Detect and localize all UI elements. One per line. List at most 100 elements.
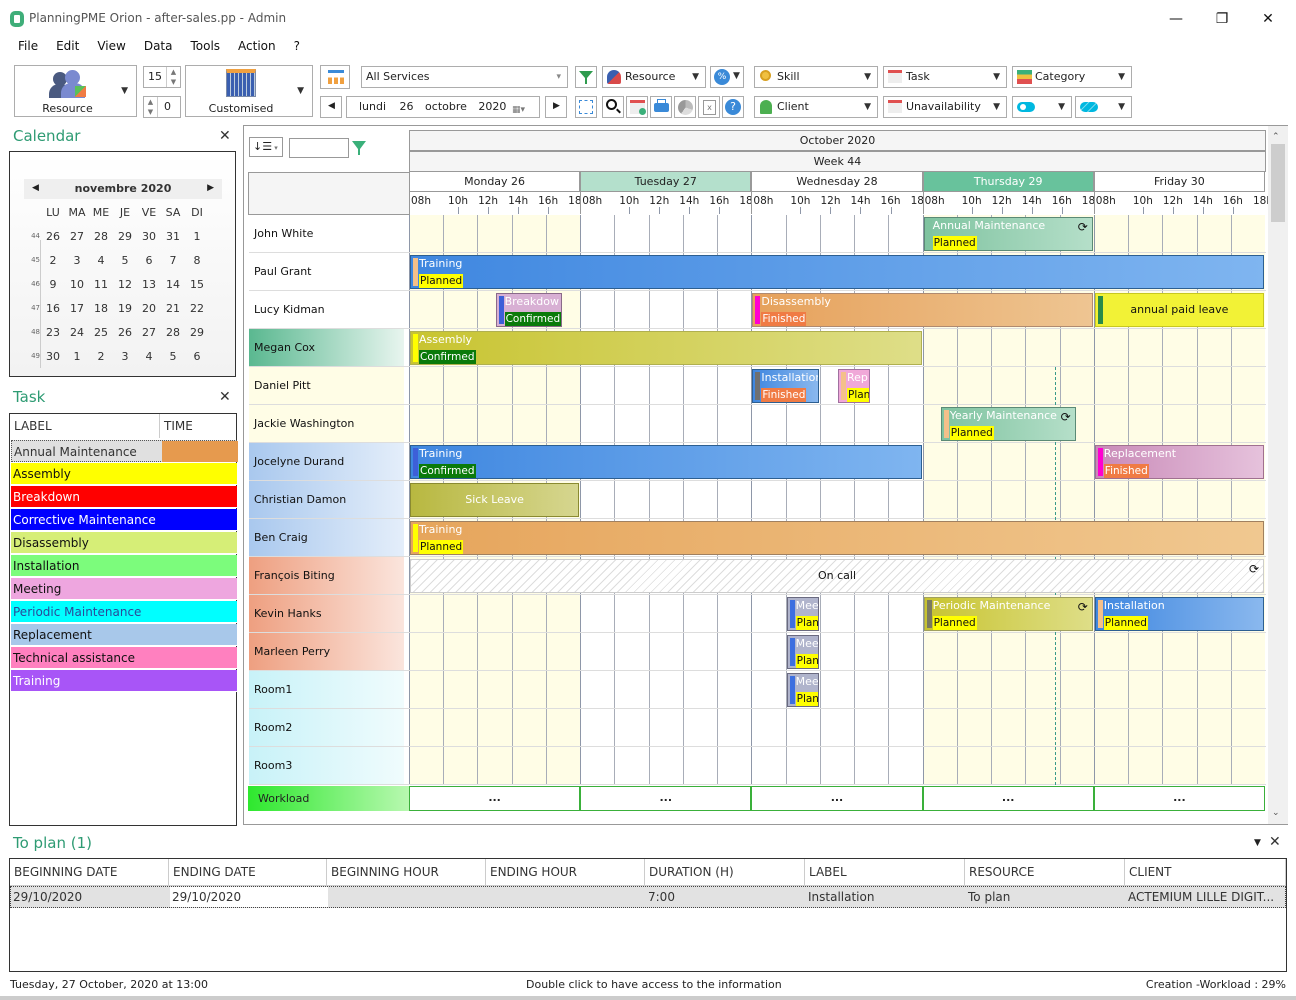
grid-cell[interactable] [819,481,855,519]
grid-cell[interactable] [648,595,683,633]
grid-cell[interactable] [614,481,649,519]
grid-cell[interactable] [443,367,478,405]
grid-cell[interactable] [717,709,752,747]
grid-cell[interactable] [511,405,546,443]
grid-cell[interactable] [956,481,992,519]
grid-cell[interactable] [956,709,992,747]
grid-cell[interactable] [751,671,786,709]
event-block[interactable]: Assembly Confirmed [410,331,922,365]
grid-cell[interactable] [1162,481,1197,519]
day-header[interactable]: Monday 26 [409,172,581,192]
grid-cell[interactable] [956,367,992,405]
calendar-day[interactable]: 8 [185,254,209,267]
day-header[interactable]: Friday 30 [1093,172,1265,192]
calendar-day[interactable]: 15 [185,278,209,291]
calendar-day[interactable]: 26 [113,326,137,339]
calendar-day[interactable]: 28 [161,326,185,339]
filter-button[interactable] [575,66,597,88]
grid-cell[interactable] [888,671,923,709]
schedule-button[interactable] [626,96,648,118]
grid-cell[interactable] [991,481,1026,519]
resource-row-label[interactable]: Christian Damon [249,481,404,518]
grid-cell[interactable] [819,671,855,709]
grid-cell[interactable] [1196,329,1231,367]
resource-row-label[interactable]: Lucy Kidman [249,291,404,328]
grid-cell[interactable] [1059,747,1094,785]
grid-cell[interactable] [1162,405,1197,443]
spinner-arrows-icon[interactable]: ▲ ▼ [144,97,158,117]
grid-cell[interactable] [854,215,889,253]
display-mode-button[interactable]: Customised ▼ [185,65,313,117]
close-calendar-panel-icon[interactable]: ✕ [219,128,231,144]
calendar-day[interactable]: 25 [89,326,113,339]
workload-cell[interactable]: ... [1093,786,1265,811]
grid-cell[interactable] [819,215,855,253]
calendar-day[interactable]: 19 [113,302,137,315]
menu-tools[interactable]: Tools [179,36,227,53]
grid-cell[interactable] [717,291,752,329]
grid-cell[interactable] [922,443,957,481]
grid-cell[interactable] [511,595,546,633]
workload-cell[interactable]: ... [751,786,923,811]
grid-cell[interactable] [717,747,752,785]
grid-cell[interactable] [682,709,718,747]
task-combo[interactable]: Task ▼ [883,66,1007,88]
grid-cell[interactable] [1230,633,1265,671]
grid-cell[interactable] [1230,481,1265,519]
grid-cell[interactable] [888,215,923,253]
grid-cell[interactable] [751,215,786,253]
calendar-day[interactable]: 20 [137,302,161,315]
grid-cell[interactable] [956,671,992,709]
calendar-day[interactable]: 27 [137,326,161,339]
grid-cell[interactable] [511,633,546,671]
grid-cell[interactable] [888,481,923,519]
grid-cell[interactable] [1093,329,1129,367]
task-item[interactable]: Technical assistance [11,647,237,669]
grid-cell[interactable] [648,747,683,785]
event-block[interactable]: On call ⟳ [410,559,1264,593]
calendar-day[interactable]: 24 [65,326,89,339]
grid-cell[interactable] [477,367,512,405]
grid-cell[interactable] [1128,481,1163,519]
grid-cell[interactable] [819,633,855,671]
grid-cell[interactable] [477,633,512,671]
grid-cell[interactable] [751,747,786,785]
grid-cell[interactable] [511,747,546,785]
grid-cell[interactable] [409,367,444,405]
grid-cell[interactable] [956,747,992,785]
grid-cell[interactable] [1196,709,1231,747]
grid-cell[interactable] [854,633,889,671]
event-block[interactable]: Mee Planned [786,635,819,669]
calendar-day[interactable]: 5 [113,254,137,267]
grid-cell[interactable] [717,671,752,709]
previous-date-button[interactable]: ◀ [320,96,342,118]
chart-button[interactable] [674,96,696,118]
grid-cell[interactable] [922,481,957,519]
grid-cell[interactable] [991,747,1026,785]
help-button[interactable]: ? [722,96,744,118]
resource-row-label[interactable]: Room1 [249,671,404,708]
grid-cell[interactable] [443,405,478,443]
grid-cell[interactable] [854,405,889,443]
offset-spinner[interactable]: ▲ ▼ 0 [143,96,181,118]
grid-cell[interactable] [1128,215,1163,253]
grid-cell[interactable] [922,633,957,671]
menu-edit[interactable]: Edit [45,36,86,53]
calendar-day[interactable]: 4 [89,254,113,267]
grid-cell[interactable] [1230,747,1265,785]
grid-cell[interactable] [1059,671,1094,709]
calendar-day[interactable]: 1 [185,230,209,243]
grid-cell[interactable] [854,481,889,519]
grid-cell[interactable] [751,481,786,519]
grid-cell[interactable] [443,747,478,785]
grid-cell[interactable] [682,481,718,519]
grid-cell[interactable] [888,367,923,405]
resource-row-label[interactable]: Paul Grant [249,253,404,290]
toggle-combo[interactable]: ▼ [1012,96,1072,118]
spinner-arrows-icon[interactable]: ▲ ▼ [166,67,180,87]
grid-cell[interactable] [1093,747,1129,785]
event-block[interactable]: Training Planned [410,255,1264,289]
grid-cell[interactable] [1162,671,1197,709]
grid-cell[interactable] [682,671,718,709]
grid-cell[interactable] [1128,747,1163,785]
